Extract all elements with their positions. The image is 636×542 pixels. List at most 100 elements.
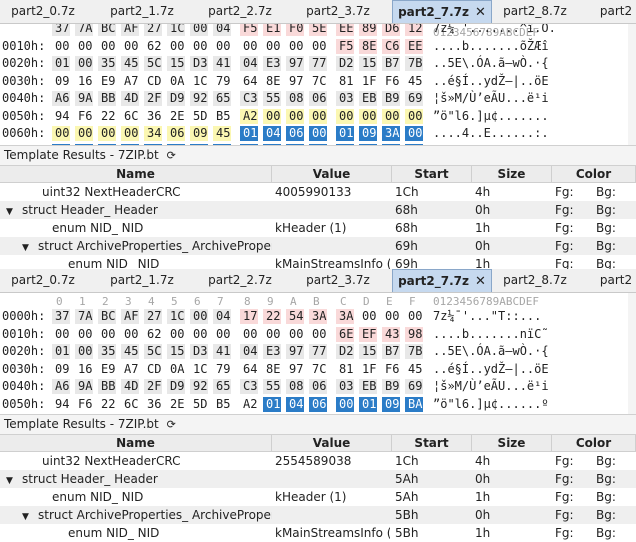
hex-byte[interactable]: 00 xyxy=(359,108,377,124)
column-header[interactable]: Size xyxy=(472,435,552,452)
hex-byte[interactable]: C3 xyxy=(240,379,258,394)
field-fg-color[interactable]: Fg: xyxy=(555,470,574,488)
hex-byte[interactable]: 79 xyxy=(213,362,231,377)
hex-byte[interactable]: 00 xyxy=(121,327,139,342)
hex-byte[interactable]: 54 xyxy=(286,309,304,324)
vertical-scrollbar[interactable] xyxy=(628,24,636,145)
hex-byte[interactable]: BC xyxy=(98,309,116,324)
hex-byte[interactable]: 00 xyxy=(52,327,70,342)
expand-triangle-icon[interactable]: ▼ xyxy=(22,239,32,255)
expand-triangle-icon[interactable]: ▼ xyxy=(6,203,16,219)
hex-byte[interactable]: D2 xyxy=(336,344,354,359)
hex-byte[interactable]: 34 xyxy=(144,126,162,141)
ascii-text[interactable]: ..é§Í..ydŽ—|..öE xyxy=(433,362,549,377)
hex-byte[interactable]: 3A xyxy=(382,126,400,141)
hex-byte[interactable]: 06 xyxy=(309,396,327,412)
hex-byte[interactable]: 22 xyxy=(98,397,116,412)
hex-byte[interactable]: D9 xyxy=(167,91,185,106)
hex-byte[interactable]: 00 xyxy=(240,39,258,54)
hex-byte[interactable]: D2 xyxy=(336,56,354,71)
hex-byte[interactable]: 45 xyxy=(405,74,423,89)
file-tab[interactable]: part2_7.7z ✕ xyxy=(392,0,492,23)
hex-byte[interactable]: 64 xyxy=(240,362,258,377)
hex-byte[interactable]: 1C xyxy=(190,362,208,377)
field-bg-color[interactable]: Bg: xyxy=(596,452,616,470)
table-row[interactable]: ▼ struct Header_ Header 68h 0h Fg: Bg: xyxy=(0,201,636,219)
hex-byte[interactable]: 04 xyxy=(240,56,258,71)
hex-byte[interactable]: 1C xyxy=(190,74,208,89)
hex-byte[interactable]: 37 xyxy=(52,309,70,324)
hex-byte[interactable]: 00 xyxy=(75,327,93,342)
hex-byte[interactable]: 08 xyxy=(286,379,304,394)
hex-byte[interactable]: 7A xyxy=(75,24,93,36)
hex-byte[interactable]: 7C xyxy=(309,362,327,377)
hex-byte[interactable]: A6 xyxy=(52,91,70,106)
hex-byte[interactable]: 65 xyxy=(213,91,231,106)
column-header[interactable]: Name xyxy=(0,166,272,183)
hex-byte[interactable]: F6 xyxy=(382,74,400,89)
hex-byte[interactable]: 01 xyxy=(52,56,70,71)
hex-byte[interactable]: 4D xyxy=(121,379,139,394)
table-row[interactable]: ▼ struct Header_ Header 5Ah 0h Fg: Bg: xyxy=(0,470,636,488)
hex-byte[interactable]: 2F xyxy=(144,379,162,394)
field-fg-color[interactable]: Fg: xyxy=(555,452,574,470)
ascii-text[interactable]: ”ö"l6.]µ¢......º xyxy=(433,397,549,412)
hex-byte[interactable]: 5C xyxy=(144,56,162,71)
file-tab[interactable]: part2_0.7z xyxy=(0,269,86,292)
hex-byte[interactable]: 35 xyxy=(98,344,116,359)
field-bg-color[interactable]: Bg: xyxy=(596,237,616,255)
close-tab-icon[interactable]: ✕ xyxy=(475,274,486,289)
hex-byte[interactable]: E3 xyxy=(263,344,281,359)
column-header[interactable]: Value xyxy=(272,435,392,452)
hex-byte[interactable]: F6 xyxy=(75,109,93,124)
hex-byte[interactable]: 00 xyxy=(121,39,139,54)
hex-byte[interactable]: 62 xyxy=(144,39,162,54)
hex-byte[interactable]: 0A xyxy=(167,74,185,89)
hex-byte[interactable]: 01 xyxy=(52,344,70,359)
hex-byte[interactable]: 97 xyxy=(286,56,304,71)
hex-byte[interactable]: 1C xyxy=(167,24,185,36)
hex-byte[interactable]: 00 xyxy=(190,309,208,324)
hex-byte[interactable]: CD xyxy=(144,362,162,377)
hex-byte[interactable]: EB xyxy=(359,379,377,394)
hex-byte[interactable]: 81 xyxy=(336,362,354,377)
hex-byte[interactable]: A6 xyxy=(52,379,70,394)
hex-byte[interactable]: 55 xyxy=(263,91,281,106)
hex-byte[interactable]: 00 xyxy=(309,126,327,141)
field-fg-color[interactable]: Fg: xyxy=(555,201,574,219)
hex-byte[interactable]: 6C xyxy=(121,397,139,412)
hex-byte[interactable]: 00 xyxy=(121,126,139,141)
hex-view[interactable]: 0 1 2 3 4 5 6 7 8 9 A B C D E F 0123456789ABCDEF 0000h: 37… xyxy=(0,293,636,414)
hex-byte[interactable]: 41 xyxy=(213,344,231,359)
field-fg-color[interactable]: Fg: xyxy=(555,237,574,255)
hex-byte[interactable]: 00 xyxy=(359,309,377,324)
field-bg-color[interactable]: Bg: xyxy=(596,183,616,201)
file-tab[interactable]: part2_3.7z xyxy=(292,269,384,292)
hex-byte[interactable]: 15 xyxy=(167,56,185,71)
hex-byte[interactable]: 98 xyxy=(405,326,423,342)
hex-byte[interactable]: E1 xyxy=(263,24,281,36)
hex-byte[interactable]: 7B xyxy=(405,344,423,359)
hex-byte[interactable]: 8E xyxy=(359,38,377,54)
hex-byte[interactable]: B7 xyxy=(382,344,400,359)
hex-byte[interactable]: 45 xyxy=(405,362,423,377)
field-fg-color[interactable]: Fg: xyxy=(555,506,574,524)
file-tab[interactable]: part2_1.7z xyxy=(96,269,188,292)
hex-byte[interactable]: 89 xyxy=(359,24,377,36)
hex-byte[interactable]: B9 xyxy=(382,379,400,394)
expand-triangle-icon[interactable]: ▼ xyxy=(6,472,16,488)
hex-byte[interactable]: 04 xyxy=(240,344,258,359)
hex-byte[interactable]: 22 xyxy=(98,109,116,124)
field-fg-color[interactable]: Fg: xyxy=(555,488,574,506)
column-header[interactable]: Name xyxy=(0,435,272,452)
hex-byte[interactable]: 00 xyxy=(263,39,281,54)
hex-byte[interactable]: B5 xyxy=(213,397,231,412)
hex-byte[interactable]: 97 xyxy=(286,344,304,359)
ascii-text[interactable]: ....b.......nïC˜ xyxy=(433,327,549,342)
hex-byte[interactable]: EB xyxy=(359,91,377,106)
hex-byte[interactable]: 2F xyxy=(144,91,162,106)
file-tab[interactable]: part2_1.7z xyxy=(96,0,188,23)
hex-byte[interactable]: 00 xyxy=(336,396,354,412)
hex-byte[interactable]: B7 xyxy=(382,56,400,71)
hex-byte[interactable]: E3 xyxy=(263,56,281,71)
